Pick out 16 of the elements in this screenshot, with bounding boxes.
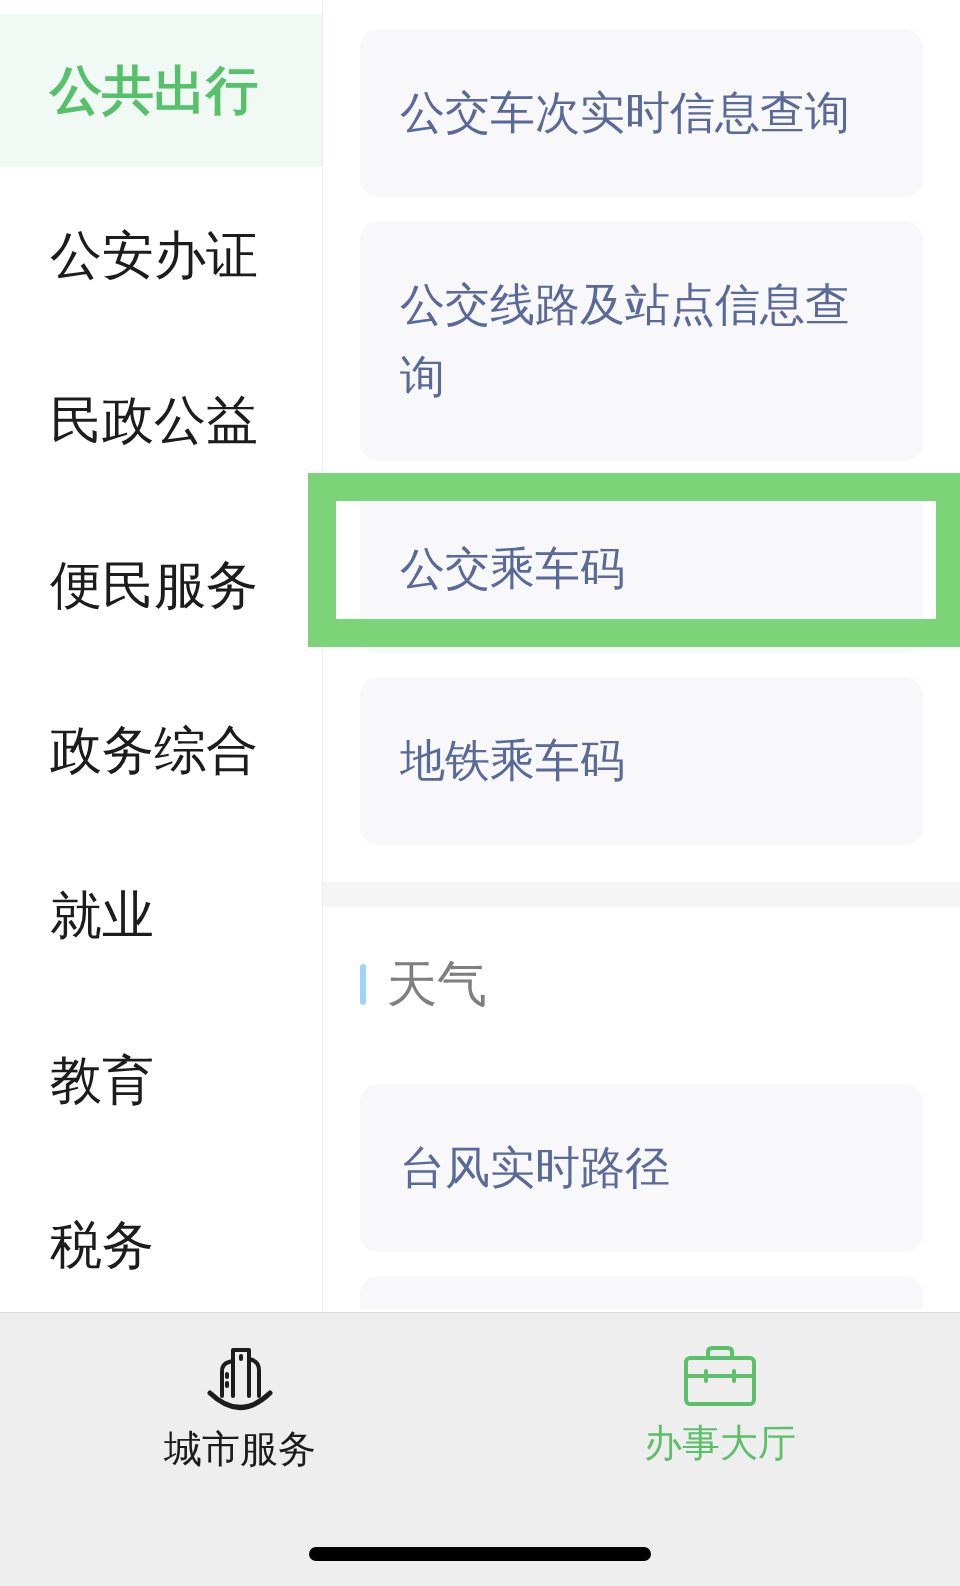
sidebar-item[interactable]: 政务综合 <box>0 674 322 827</box>
accent-bar-icon <box>360 963 366 1005</box>
sidebar-item[interactable]: 税务 <box>0 1169 322 1312</box>
service-card[interactable]: 公交线路及站点信息查询 <box>360 221 923 461</box>
buildings-icon <box>205 1346 275 1412</box>
service-card[interactable]: 公交车次实时信息查询 <box>360 29 923 197</box>
briefcase-icon <box>684 1346 756 1406</box>
service-card[interactable]: 台风实时路径 <box>360 1084 923 1252</box>
service-card[interactable]: 地铁乘车码 <box>360 677 923 845</box>
tab-item[interactable]: 城市服务 <box>0 1346 480 1472</box>
sidebar-item[interactable]: 教育 <box>0 1004 322 1157</box>
sidebar-item[interactable]: 公安办证 <box>0 179 322 332</box>
sidebar-item[interactable]: 民政公益 <box>0 344 322 497</box>
section-title: 天气 <box>387 954 487 1014</box>
sidebar-item[interactable]: 便民服务 <box>0 509 322 662</box>
sidebar-item[interactable]: 就业 <box>0 839 322 992</box>
